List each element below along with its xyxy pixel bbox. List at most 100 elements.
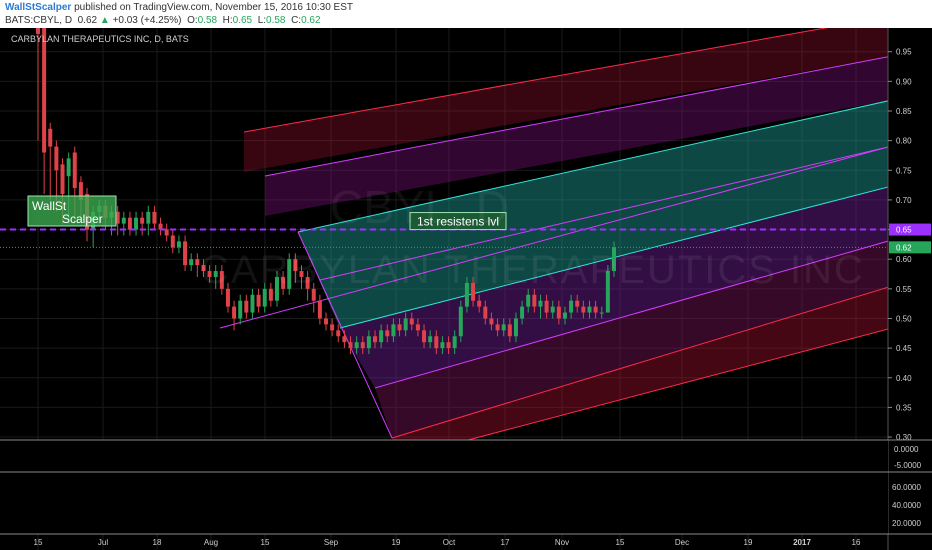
indicator-panel-1 xyxy=(0,440,888,472)
price-tick-label: 0.75 xyxy=(896,166,912,175)
candle-body xyxy=(256,294,261,307)
indicator-panel-2 xyxy=(0,472,888,534)
candle-body xyxy=(127,217,132,230)
candle-body xyxy=(232,306,237,319)
candle-body xyxy=(48,128,53,147)
candle-body xyxy=(348,342,353,349)
price-change: +0.03 (+4.25%) xyxy=(112,15,182,26)
candle-body xyxy=(403,318,408,331)
price-tick-label: 0.50 xyxy=(896,314,912,323)
price-tick-label: 0.70 xyxy=(896,196,912,205)
candle-body xyxy=(373,336,378,343)
candle-body xyxy=(366,336,371,349)
candle-body xyxy=(250,294,255,313)
price-tick-label: 0.85 xyxy=(896,107,912,116)
candle-body xyxy=(60,164,65,194)
low-value: 0.58 xyxy=(266,15,286,26)
candle-body xyxy=(397,324,402,331)
time-tick-label: 15 xyxy=(616,538,625,547)
candle-body xyxy=(354,342,359,349)
price-tick-label: 0.60 xyxy=(896,255,912,264)
price-tick-label: 0.45 xyxy=(896,344,912,353)
candle-body xyxy=(189,259,194,266)
candle-body xyxy=(66,158,71,177)
candle-body xyxy=(415,324,420,331)
candle-body xyxy=(544,300,549,313)
price-tick-label: 0.95 xyxy=(896,48,912,57)
time-tick-label: Sep xyxy=(324,538,339,547)
indicator-2-tick: 40.0000 xyxy=(892,501,921,510)
last-price: 0.62 xyxy=(77,15,98,26)
candle-body xyxy=(587,306,592,313)
time-tick-label: 17 xyxy=(501,538,510,547)
resistance-badge-label: 0.65 xyxy=(896,226,912,235)
candle-body xyxy=(330,324,335,331)
candle-body xyxy=(440,342,445,349)
candle-body xyxy=(562,312,567,319)
candle-body xyxy=(526,294,531,307)
candle-body xyxy=(495,324,500,331)
time-tick-label: 19 xyxy=(744,538,753,547)
watermark-name: CARBYLAN THERAPEUTICS INC xyxy=(200,248,865,292)
candle-body xyxy=(409,318,414,325)
time-tick-label: Aug xyxy=(204,538,218,547)
wallst-logo-text-2: Scalper xyxy=(62,212,103,226)
candle-body xyxy=(507,324,512,337)
candle-body xyxy=(72,152,77,189)
candle-body xyxy=(140,217,145,224)
chart-subtitle: CARBYLAN THERAPEUTICS INC, D, BATS xyxy=(11,34,189,44)
candle-body xyxy=(385,330,390,337)
time-tick-label: 18 xyxy=(153,538,162,547)
candle-body xyxy=(360,342,365,349)
candle-body xyxy=(538,300,543,307)
candle-body xyxy=(477,300,482,307)
up-arrow-icon: ▲ xyxy=(99,15,110,26)
candle-body xyxy=(575,300,580,307)
indicator-1-tick: -5.0000 xyxy=(894,461,922,470)
price-tick-label: 0.80 xyxy=(896,137,912,146)
wallst-logo-text-1: WallSt xyxy=(32,199,67,213)
open-value: 0.58 xyxy=(197,15,218,26)
candle-body xyxy=(183,241,188,266)
candle-body xyxy=(489,318,494,325)
candle-body xyxy=(550,306,555,313)
candle-body xyxy=(458,306,463,337)
candle-body xyxy=(501,324,506,331)
low-label: L: xyxy=(257,15,267,26)
price-tick-label: 0.90 xyxy=(896,77,912,86)
symbol-label: BATS:CBYL, D xyxy=(5,15,73,26)
candle-body xyxy=(391,324,396,337)
candle-body xyxy=(422,330,427,343)
open-label: O: xyxy=(187,15,198,26)
chart-header: WallStScalper published on TradingView.c… xyxy=(0,0,932,28)
candle-body xyxy=(176,241,181,248)
candle-body xyxy=(238,300,243,319)
time-tick-label: 15 xyxy=(261,538,270,547)
candle-body xyxy=(483,306,488,319)
time-tick-label: 15 xyxy=(34,538,43,547)
candle-body xyxy=(42,28,47,153)
high-label: H: xyxy=(222,15,233,26)
candle-body xyxy=(152,211,157,224)
candle-body xyxy=(244,300,249,313)
candle-body xyxy=(532,294,537,307)
time-tick-label: 19 xyxy=(392,538,401,547)
high-value: 0.65 xyxy=(232,15,253,26)
candle-body xyxy=(569,300,574,313)
candle-body xyxy=(342,336,347,343)
close-label: C: xyxy=(291,15,302,26)
ohlc-line: BATS:CBYL, D 0.62 ▲ +0.03 (+4.25%) O:0.5… xyxy=(5,15,321,26)
time-tick-label: Oct xyxy=(443,538,456,547)
candle-body xyxy=(513,318,518,337)
candle-body xyxy=(336,330,341,337)
candle-body xyxy=(434,336,439,349)
candle-body xyxy=(146,211,151,224)
candle-body xyxy=(452,336,457,349)
price-tick-label: 0.35 xyxy=(896,403,912,412)
candle-body xyxy=(317,300,322,319)
author-link[interactable]: WallStScalper xyxy=(5,2,71,13)
time-tick-label: Dec xyxy=(675,538,689,547)
candle-body xyxy=(121,217,126,224)
price-tick-label: 0.55 xyxy=(896,285,912,294)
price-tick-label: 0.30 xyxy=(896,433,912,442)
